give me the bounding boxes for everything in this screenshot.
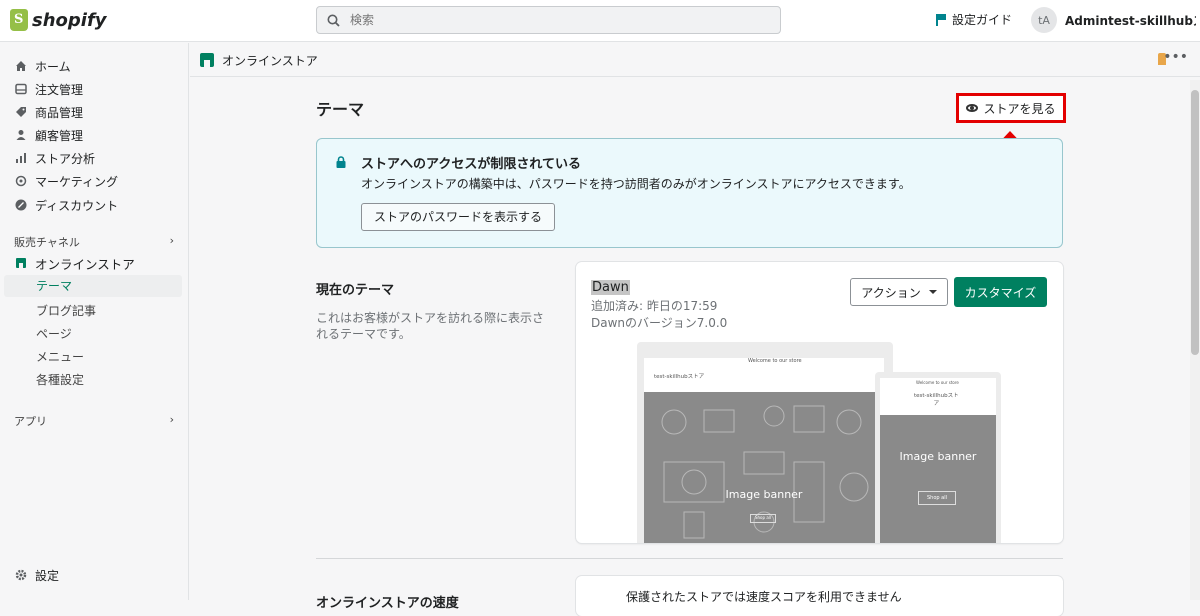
flag-icon — [936, 13, 946, 26]
storefront-icon — [200, 53, 214, 67]
sidebar-item-label: 設定 — [35, 568, 60, 583]
actions-dropdown[interactable]: アクション — [850, 278, 948, 306]
store-speed-text: 保護されたストアでは速度スコアを利用できません — [626, 590, 902, 604]
view-store-button[interactable]: ストアを見る — [956, 93, 1066, 123]
page-header-title: オンラインストア — [222, 54, 318, 68]
mobile-preview-page: Welcome to our store test-skillhubスト ア I… — [880, 378, 996, 543]
shopify-bag-icon — [10, 9, 28, 31]
sidebar-item-settings[interactable]: 設定 — [14, 565, 59, 585]
bar-chart-icon — [14, 152, 27, 165]
setup-guide-label: 設定ガイド — [952, 13, 1013, 27]
actions-label: アクション — [861, 285, 921, 300]
preview-banner-title: Image banner — [899, 450, 977, 463]
scrollbar-thumb[interactable] — [1191, 90, 1199, 355]
more-icon[interactable]: ••• — [1163, 49, 1188, 65]
sidebar-item-label: マーケティング — [35, 174, 119, 189]
preview-banner-title: Image banner — [725, 488, 803, 501]
restricted-access-banner: ストアへのアクセスが制限されている オンラインストアの構築中は、パスワードを持つ… — [316, 138, 1063, 248]
logo-text: shopify — [32, 9, 107, 31]
store-speed-heading: オンラインストアの速度 — [316, 596, 459, 611]
storefront-icon — [14, 257, 27, 270]
preview-image-banner: Image banner Shop all — [880, 415, 996, 543]
target-icon — [14, 175, 27, 188]
preview-shop-button: Shop all — [918, 491, 956, 505]
home-icon — [14, 60, 27, 73]
avatar: tA — [1031, 7, 1057, 33]
banner-title: ストアへのアクセスが制限されている — [361, 157, 581, 172]
show-password-button[interactable]: ストアのパスワードを表示する — [361, 203, 556, 231]
orders-icon — [14, 83, 27, 96]
sidebar-item-home[interactable]: ホーム — [14, 56, 71, 76]
preview-image-banner: Image banner Shop all — [644, 392, 884, 543]
search-input[interactable] — [350, 13, 750, 27]
sidebar: ホーム 注文管理 商品管理 顧客管理 ストア分析 マーケティング ディスカウント… — [0, 43, 189, 600]
sidebar-item-customers[interactable]: 顧客管理 — [14, 125, 83, 145]
current-theme-heading: 現在のテーマ — [316, 283, 395, 298]
preview-shop-button: Shop all — [750, 514, 776, 523]
page-title: テーマ — [316, 100, 365, 119]
caret-down-icon — [928, 290, 937, 294]
sidebar-item-label: ストア分析 — [35, 151, 96, 166]
sidebar-item-discounts[interactable]: ディスカウント — [14, 195, 118, 215]
sales-channels-section[interactable]: 販売チャネル › — [14, 234, 174, 250]
chevron-right-icon: › — [169, 234, 174, 247]
mobile-preview: Welcome to our store test-skillhubスト ア I… — [875, 372, 1001, 543]
account-menu[interactable]: tA Admintest-skillhubスト... — [1031, 7, 1196, 33]
sidebar-item-products[interactable]: 商品管理 — [14, 102, 83, 122]
page-header-bar: オンラインストア ••• — [190, 43, 1200, 77]
sidebar-subitem-blog[interactable]: ブログ記事 — [36, 302, 96, 319]
preview-store-name: test-skillhubストア — [654, 374, 705, 380]
preview-welcome-text: Welcome to our store — [748, 358, 802, 364]
search-bar[interactable] — [316, 6, 781, 34]
view-store-label: ストアを見る — [983, 101, 1056, 116]
top-bar: shopify 設定ガイド tA Admintest-skillhubスト... — [0, 0, 1200, 42]
tag-icon — [14, 106, 27, 119]
sidebar-item-marketing[interactable]: マーケティング — [14, 171, 118, 191]
sidebar-item-label: ディスカウント — [35, 198, 119, 213]
customize-button[interactable]: カスタマイズ — [954, 277, 1047, 307]
sidebar-item-orders[interactable]: 注文管理 — [14, 79, 83, 99]
lock-icon — [336, 156, 346, 168]
sidebar-item-label: 注文管理 — [35, 82, 84, 97]
current-theme-description: これはお客様がストアを訪れる際に表示されるテーマです。 — [316, 311, 545, 341]
current-theme-card: Dawn 追加済み: 昨日の17:59 Dawnのバージョン7.0.0 アクショ… — [576, 262, 1063, 543]
shopify-logo[interactable]: shopify — [10, 9, 107, 31]
theme-name: Dawn — [591, 280, 630, 295]
sidebar-subitem-themes[interactable]: テーマ — [4, 275, 182, 297]
sales-channels-label: 販売チャネル — [14, 236, 80, 249]
sidebar-item-label: 顧客管理 — [35, 128, 84, 143]
sidebar-item-online-store[interactable]: オンラインストア — [14, 253, 135, 273]
account-name: Admintest-skillhubスト... — [1065, 13, 1196, 28]
search-icon — [327, 14, 340, 27]
preview-welcome-text: Welcome to our store — [916, 380, 959, 385]
apps-label: アプリ — [14, 415, 47, 428]
discount-icon — [14, 199, 27, 212]
desktop-preview-page: Welcome to our store test-skillhubストア Im… — [644, 358, 884, 543]
store-speed-card: 保護されたストアでは速度スコアを利用できません — [576, 576, 1063, 616]
person-icon — [14, 129, 27, 142]
section-divider — [316, 558, 1063, 559]
apps-section[interactable]: アプリ › — [14, 413, 174, 429]
gear-icon — [14, 569, 27, 582]
sidebar-item-analytics[interactable]: ストア分析 — [14, 148, 95, 168]
sidebar-subitem-pages[interactable]: ページ — [36, 325, 72, 342]
sidebar-subitem-preferences[interactable]: 各種設定 — [36, 371, 84, 388]
theme-version: Dawnのバージョン7.0.0 — [591, 316, 728, 330]
banner-text: オンラインストアの構築中は、パスワードを持つ訪問者のみがオンラインストアにアクセ… — [361, 177, 911, 191]
setup-guide-button[interactable]: 設定ガイド — [936, 11, 1012, 28]
desktop-preview: Welcome to our store test-skillhubストア Im… — [637, 342, 893, 543]
sidebar-item-label: ホーム — [35, 59, 71, 74]
sidebar-item-label: 商品管理 — [35, 105, 84, 120]
sidebar-item-label: オンラインストア — [35, 256, 135, 272]
sidebar-subitem-menus[interactable]: メニュー — [36, 348, 84, 365]
chevron-right-icon: › — [169, 413, 174, 426]
preview-store-name: test-skillhubスト ア — [914, 393, 959, 407]
theme-added: 追加済み: 昨日の17:59 — [591, 299, 718, 313]
eye-icon — [966, 104, 979, 112]
